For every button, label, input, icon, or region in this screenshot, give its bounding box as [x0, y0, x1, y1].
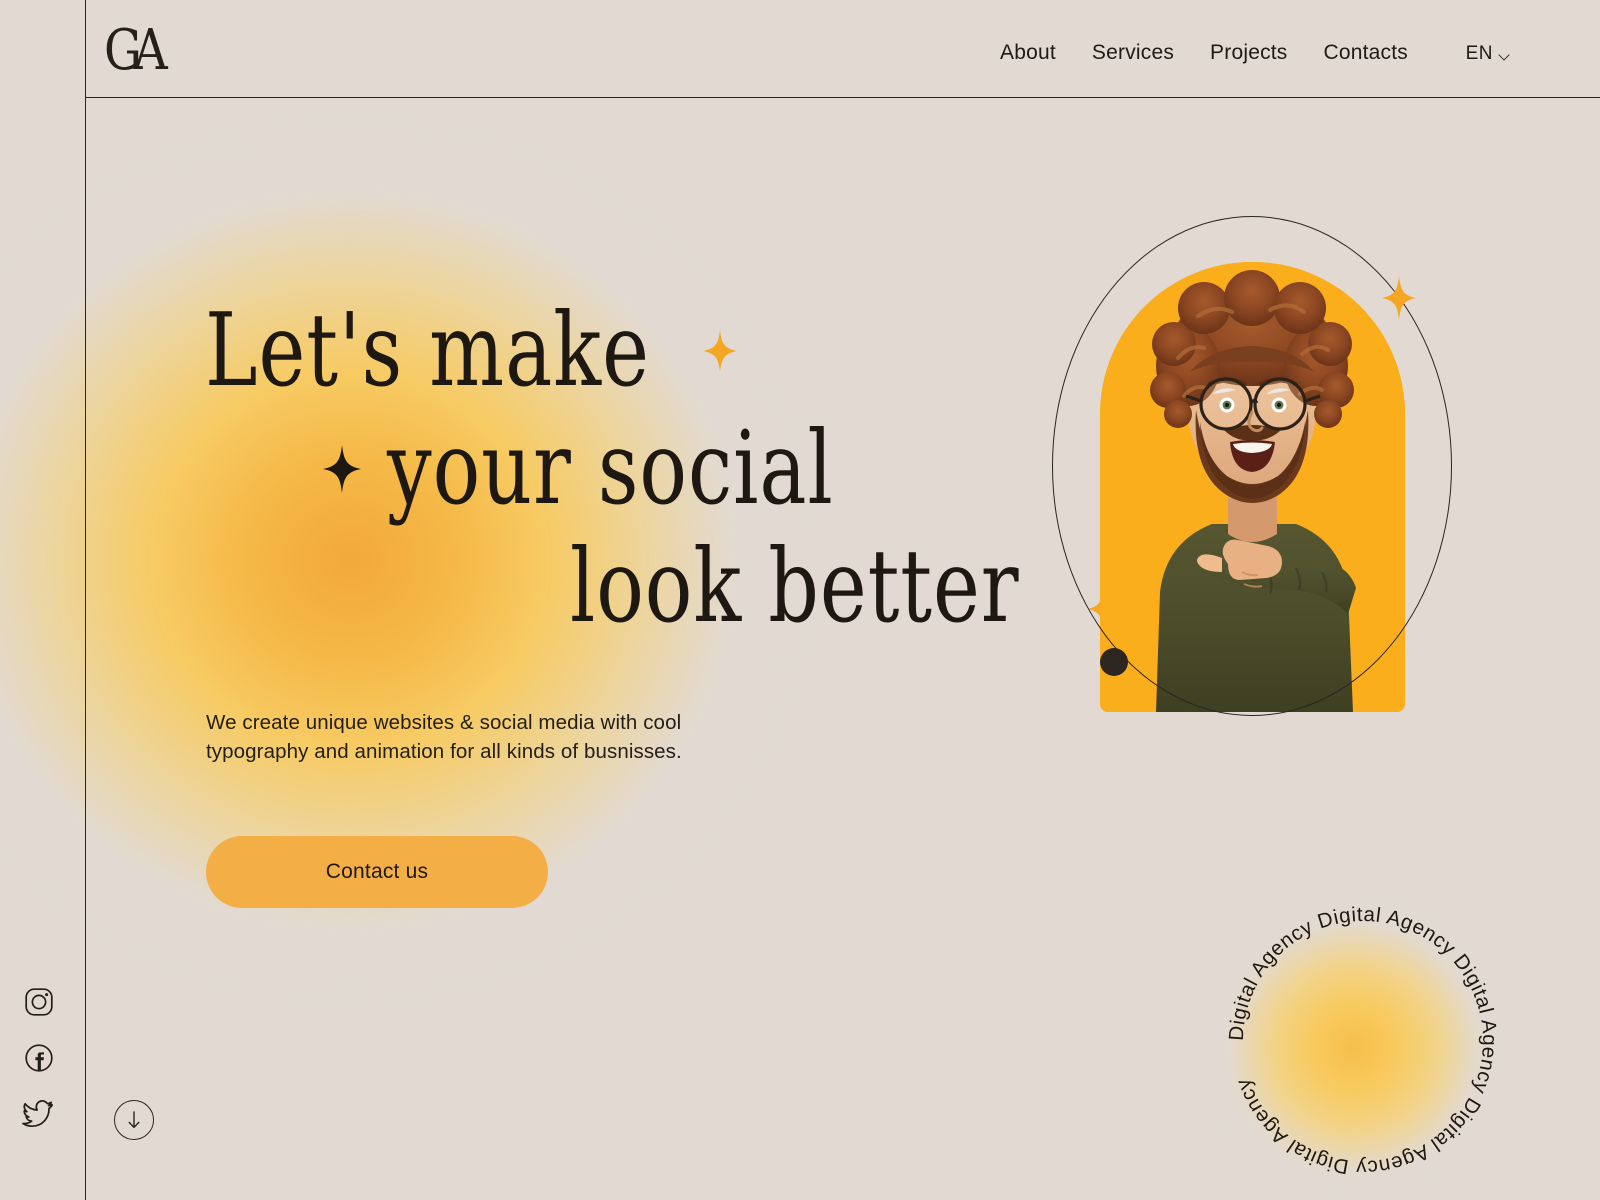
sparkle-icon-orange-1 — [702, 330, 737, 372]
chevron-down-icon — [1499, 50, 1510, 61]
nav-item-about[interactable]: About — [1000, 41, 1056, 65]
headline-line-1: Let's make — [205, 292, 1005, 410]
headline-line-3-text: look better — [570, 528, 1020, 646]
headline-line-1-text: Let's make — [205, 292, 650, 410]
hero-portrait — [1052, 216, 1452, 716]
social-links-rail — [22, 985, 66, 1131]
nav-item-services[interactable]: Services — [1092, 41, 1174, 65]
scroll-down-button[interactable] — [114, 1100, 154, 1140]
language-value: EN — [1465, 43, 1493, 64]
hero-headline: Let's make your social look better — [205, 292, 1119, 646]
twitter-icon[interactable] — [22, 1097, 56, 1131]
badge-text: Digital Agency Digital Agency Digital Ag… — [1225, 903, 1501, 1179]
arrow-down-icon — [126, 1110, 142, 1130]
site-header: GA About Services Projects Contacts EN — [0, 0, 1600, 97]
facebook-icon[interactable] — [22, 1041, 56, 1075]
language-switcher[interactable]: EN — [1466, 43, 1510, 65]
hero-paragraph: We create unique websites & social media… — [206, 711, 682, 764]
sparkle-icon-dark-1 — [323, 445, 361, 493]
instagram-icon[interactable] — [22, 985, 56, 1019]
portrait-ring-dot — [1100, 648, 1128, 676]
header-bottom-divider — [85, 97, 1600, 98]
digital-agency-circular-badge: Digital Agency Digital Agency Digital Ag… — [1222, 900, 1504, 1182]
headline-line-2-text: your social — [387, 410, 834, 528]
headline-line-3: look better — [205, 528, 1119, 646]
portrait-photo — [1100, 262, 1405, 712]
main-navigation: About Services Projects Contacts — [1000, 41, 1408, 65]
logo[interactable]: GA — [104, 22, 168, 78]
left-vertical-divider — [85, 0, 86, 1200]
nav-item-projects[interactable]: Projects — [1210, 41, 1287, 65]
headline-line-2: your social — [205, 410, 1005, 528]
contact-us-button[interactable]: Contact us — [206, 836, 548, 908]
sparkle-icon-orange-portrait — [1382, 276, 1416, 325]
page-stage: GA About Services Projects Contacts EN L… — [0, 0, 1600, 1200]
nav-item-contacts[interactable]: Contacts — [1324, 41, 1408, 65]
